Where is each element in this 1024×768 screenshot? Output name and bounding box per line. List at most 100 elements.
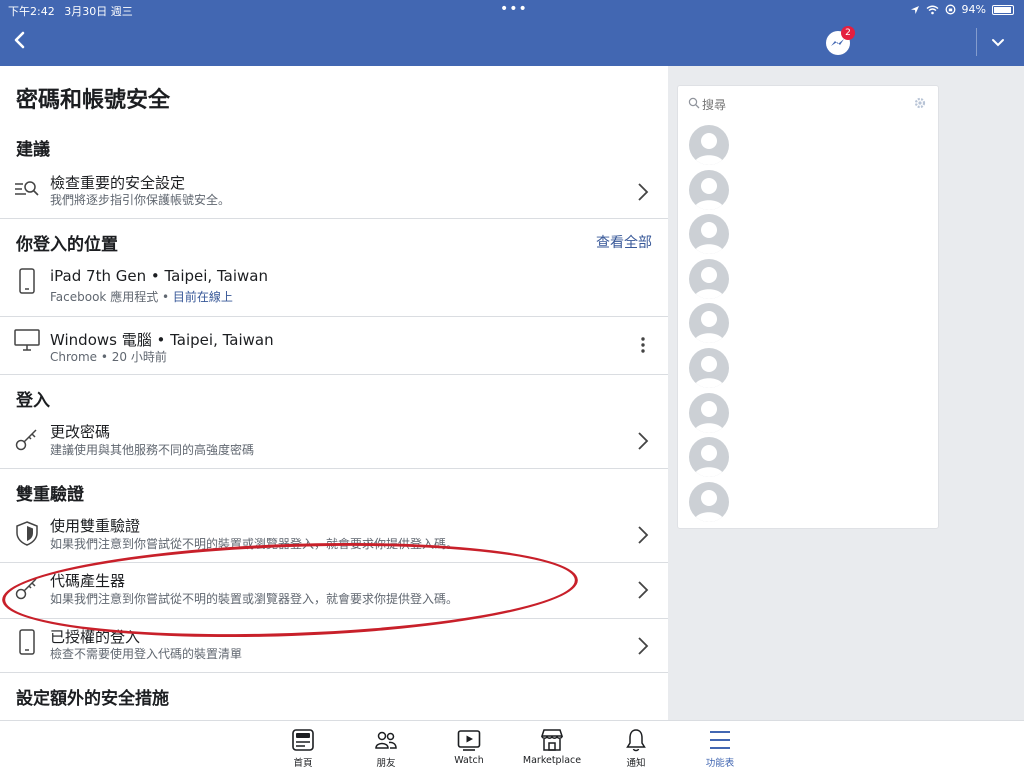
hamburger-menu-icon [710, 731, 730, 749]
section-title-login: 登入 [16, 391, 50, 411]
contact-avatar[interactable] [689, 303, 729, 344]
contact-avatar[interactable] [689, 125, 729, 165]
contact-avatar[interactable] [689, 481, 729, 522]
watch-video-icon [457, 730, 481, 751]
multitask-dots-icon[interactable]: ••• [500, 1, 528, 17]
row-title: 檢查重要的安全設定 [50, 174, 186, 192]
shield-icon [16, 521, 38, 546]
tab-label: Marketplace [522, 755, 582, 766]
tab-menu[interactable]: 功能表 [680, 721, 760, 768]
contacts-search-input[interactable] [688, 96, 888, 114]
desktop-computer-icon [14, 329, 40, 351]
avatar-placeholder-icon [694, 356, 724, 388]
orientation-lock-icon [945, 4, 955, 15]
back-button[interactable] [12, 28, 36, 56]
contact-avatar[interactable] [689, 437, 729, 478]
row-session-windows[interactable]: Windows 電腦 • Taipei, Taiwan Chrome • 20 … [0, 317, 668, 374]
checklist-search-icon [15, 181, 39, 196]
tab-label: 首頁 [293, 758, 313, 768]
nav-divider [976, 28, 977, 56]
chevron-left-icon [14, 31, 25, 49]
chevron-right-icon [638, 526, 649, 544]
tab-watch[interactable]: Watch [429, 721, 509, 768]
security-settings-panel: 密碼和帳號安全 建議 檢查重要的安全設定 我們將逐步指引你保護帳號安全。 你登入… [0, 66, 668, 720]
tab-friends[interactable]: 朋友 [346, 721, 426, 768]
avatar-placeholder-icon [694, 445, 724, 478]
page-title: 密碼和帳號安全 [16, 88, 171, 113]
status-bar: 下午2:42 3月30日 週三 ••• 94% [0, 0, 1024, 20]
chevron-right-icon [638, 183, 649, 201]
news-feed-icon [292, 729, 314, 751]
top-bar: 下午2:42 3月30日 週三 ••• 94% 2 [0, 0, 1024, 66]
contact-avatar[interactable] [689, 348, 729, 388]
contact-avatar[interactable] [689, 214, 729, 255]
divider [0, 218, 668, 219]
row-title: 使用雙重驗證 [50, 517, 141, 535]
section-title-two-factor: 雙重驗證 [16, 485, 84, 505]
see-all-link[interactable]: 查看全部 [596, 232, 652, 252]
divider [0, 468, 668, 469]
key-icon [15, 429, 37, 451]
marketplace-shop-icon [540, 729, 564, 751]
bell-icon [626, 729, 646, 752]
section-title-where-logged-in: 你登入的位置 [16, 235, 118, 255]
row-subtitle: Chrome • 20 小時前 [50, 350, 167, 364]
row-subtitle: 如果我們注意到你嘗試從不明的裝置或瀏覽器登入，就會要求你提供登入碼。 [50, 537, 459, 551]
contacts-sidebar [677, 85, 939, 529]
row-title: iPad 7th Gen • Taipei, Taiwan [50, 267, 268, 285]
avatar-placeholder-icon [694, 177, 724, 210]
section-title-extra-security: 設定額外的安全措施 [16, 689, 169, 709]
status-date: 3月30日 週三 [64, 5, 133, 18]
more-options-icon[interactable] [640, 336, 646, 354]
battery-percent: 94% [961, 3, 986, 16]
row-authorized-logins[interactable]: 已授權的登入 檢查不需要使用登入代碼的裝置清單 [0, 620, 668, 672]
tab-notifications[interactable]: 通知 [596, 721, 676, 768]
gear-icon[interactable] [913, 96, 927, 110]
chevron-down-icon [992, 39, 1004, 47]
messenger-button[interactable]: 2 [826, 26, 855, 55]
row-use-two-factor[interactable]: 使用雙重驗證 如果我們注意到你嘗試從不明的裝置或瀏覽器登入，就會要求你提供登入碼… [0, 510, 668, 562]
tablet-icon [19, 629, 35, 655]
tab-marketplace[interactable]: Marketplace [512, 721, 592, 768]
avatar-placeholder-icon [694, 133, 724, 165]
tab-label: Watch [454, 755, 484, 766]
status-time: 下午2:42 [8, 5, 55, 18]
battery-icon [992, 4, 1014, 15]
row-subtitle: Facebook 應用程式 • 目前在線上 [50, 290, 233, 304]
avatar-placeholder-icon [694, 311, 724, 344]
tab-label: 功能表 [705, 758, 735, 768]
avatar-placeholder-icon [694, 400, 724, 433]
messenger-badge: 2 [841, 26, 855, 40]
avatar-placeholder-icon [694, 222, 724, 255]
row-subtitle: 檢查不需要使用登入代碼的裝置清單 [50, 647, 243, 661]
row-title: 更改密碼 [50, 423, 111, 441]
section-title-suggestions: 建議 [16, 140, 50, 160]
chevron-right-icon [638, 637, 649, 655]
avatar-placeholder-icon [694, 489, 724, 522]
contact-avatar[interactable] [689, 258, 729, 299]
row-title: 已授權的登入 [50, 628, 141, 646]
divider [0, 672, 668, 673]
contact-avatar[interactable] [689, 392, 729, 433]
dropdown-menu-button[interactable] [988, 32, 1008, 52]
row-code-generator[interactable]: 代碼產生器 如果我們注意到你嘗試從不明的裝置或瀏覽器登入，就會要求你提供登入碼。 [0, 564, 668, 618]
divider [0, 374, 668, 375]
contact-avatar[interactable] [689, 169, 729, 210]
key-icon [15, 578, 37, 600]
row-title: Windows 電腦 • Taipei, Taiwan [50, 331, 274, 349]
avatar-placeholder-icon [694, 266, 724, 299]
tab-label: 朋友 [376, 758, 396, 768]
row-change-password[interactable]: 更改密碼 建議使用與其他服務不同的高強度密碼 [0, 416, 668, 468]
friends-icon [375, 731, 397, 749]
row-session-ipad[interactable]: iPad 7th Gen • Taipei, Taiwan Facebook 應… [0, 262, 668, 316]
divider [0, 618, 668, 619]
tablet-icon [19, 268, 35, 294]
location-icon [910, 5, 919, 14]
divider [0, 562, 668, 563]
tab-bar: 首頁 朋友 Watch Marketplace 通知 功能表 [0, 720, 1024, 768]
tab-label: 通知 [626, 758, 646, 768]
tab-home[interactable]: 首頁 [263, 721, 343, 768]
row-check-security[interactable]: 檢查重要的安全設定 我們將逐步指引你保護帳號安全。 [0, 166, 668, 218]
row-subtitle: 建議使用與其他服務不同的高強度密碼 [50, 443, 255, 457]
row-title: 代碼產生器 [50, 572, 126, 590]
